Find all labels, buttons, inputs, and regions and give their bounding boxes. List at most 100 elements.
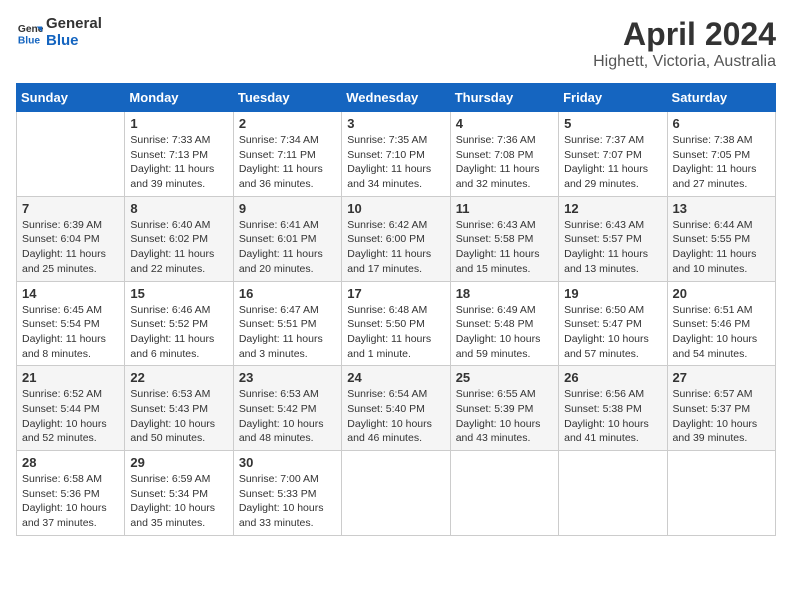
logo-general: General <box>46 16 102 33</box>
calendar-cell <box>450 451 558 536</box>
calendar-cell: 30 Sunrise: 7:00 AM Sunset: 5:33 PM Dayli… <box>233 451 341 536</box>
calendar-cell: 12 Sunrise: 6:43 AM Sunset: 5:57 PM Dayli… <box>559 196 667 281</box>
day-number: 29 <box>130 455 227 470</box>
cell-content: Sunrise: 7:37 AM Sunset: 7:07 PM Dayligh… <box>564 133 661 192</box>
cell-content: Sunrise: 6:44 AM Sunset: 5:55 PM Dayligh… <box>673 218 770 277</box>
day-number: 28 <box>22 455 119 470</box>
cell-content: Sunrise: 6:58 AM Sunset: 5:36 PM Dayligh… <box>22 472 119 531</box>
calendar-cell: 9Sunrise: 6:41 AM Sunset: 6:01 PM Daylig… <box>233 196 341 281</box>
svg-text:Blue: Blue <box>18 35 41 46</box>
cell-content: Sunrise: 6:43 AM Sunset: 5:57 PM Dayligh… <box>564 218 661 277</box>
cell-content: Sunrise: 6:57 AM Sunset: 5:37 PM Dayligh… <box>673 387 770 446</box>
cell-content: Sunrise: 6:51 AM Sunset: 5:46 PM Dayligh… <box>673 303 770 362</box>
cell-content: Sunrise: 7:38 AM Sunset: 7:05 PM Dayligh… <box>673 133 770 192</box>
cell-content: Sunrise: 7:35 AM Sunset: 7:10 PM Dayligh… <box>347 133 444 192</box>
day-number: 13 <box>673 201 770 216</box>
calendar-cell <box>559 451 667 536</box>
calendar-cell: 24 Sunrise: 6:54 AM Sunset: 5:40 PM Dayli… <box>342 366 450 451</box>
day-number: 1 <box>130 116 227 131</box>
header-cell-wednesday: Wednesday <box>342 84 450 112</box>
calendar-cell: 25Sunrise: 6:55 AM Sunset: 5:39 PM Dayli… <box>450 366 558 451</box>
day-number: 19 <box>564 286 661 301</box>
day-number: 16 <box>239 286 336 301</box>
header-cell-monday: Monday <box>125 84 233 112</box>
calendar-cell: 10Sunrise: 6:42 AM Sunset: 6:00 PM Dayli… <box>342 196 450 281</box>
calendar-cell: 23 Sunrise: 6:53 AM Sunset: 5:42 PM Dayli… <box>233 366 341 451</box>
cell-content: Sunrise: 6:43 AM Sunset: 5:58 PM Dayligh… <box>456 218 553 277</box>
day-number: 20 <box>673 286 770 301</box>
cell-content: Sunrise: 6:53 AM Sunset: 5:43 PM Dayligh… <box>130 387 227 446</box>
header-cell-tuesday: Tuesday <box>233 84 341 112</box>
header-cell-sunday: Sunday <box>17 84 125 112</box>
day-number: 2 <box>239 116 336 131</box>
day-number: 21 <box>22 370 119 385</box>
day-number: 15 <box>130 286 227 301</box>
cell-content: Sunrise: 6:53 AM Sunset: 5:42 PM Dayligh… <box>239 387 336 446</box>
day-number: 30 <box>239 455 336 470</box>
day-number: 7 <box>22 201 119 216</box>
logo-icon: General Blue <box>16 19 44 47</box>
cell-content: Sunrise: 6:47 AM Sunset: 5:51 PM Dayligh… <box>239 303 336 362</box>
week-row-1: 1 Sunrise: 7:33 AM Sunset: 7:13 PM Daylig… <box>17 112 776 197</box>
calendar-cell: 26Sunrise: 6:56 AM Sunset: 5:38 PM Dayli… <box>559 366 667 451</box>
calendar-cell: 13 Sunrise: 6:44 AM Sunset: 5:55 PM Dayli… <box>667 196 775 281</box>
cell-content: Sunrise: 6:45 AM Sunset: 5:54 PM Dayligh… <box>22 303 119 362</box>
calendar-cell: 28 Sunrise: 6:58 AM Sunset: 5:36 PM Dayli… <box>17 451 125 536</box>
day-number: 8 <box>130 201 227 216</box>
cell-content: Sunrise: 6:50 AM Sunset: 5:47 PM Dayligh… <box>564 303 661 362</box>
cell-content: Sunrise: 7:36 AM Sunset: 7:08 PM Dayligh… <box>456 133 553 192</box>
calendar-cell: 22Sunrise: 6:53 AM Sunset: 5:43 PM Dayli… <box>125 366 233 451</box>
calendar-cell: 16 Sunrise: 6:47 AM Sunset: 5:51 PM Dayli… <box>233 281 341 366</box>
cell-content: Sunrise: 6:42 AM Sunset: 6:00 PM Dayligh… <box>347 218 444 277</box>
page-header: General Blue General Blue April 2024 Hig… <box>16 16 776 71</box>
cell-content: Sunrise: 6:46 AM Sunset: 5:52 PM Dayligh… <box>130 303 227 362</box>
day-number: 11 <box>456 201 553 216</box>
day-number: 12 <box>564 201 661 216</box>
calendar-cell <box>342 451 450 536</box>
cell-content: Sunrise: 6:59 AM Sunset: 5:34 PM Dayligh… <box>130 472 227 531</box>
location: Highett, Victoria, Australia <box>593 53 776 71</box>
calendar-cell: 29 Sunrise: 6:59 AM Sunset: 5:34 PM Dayli… <box>125 451 233 536</box>
calendar-header-row: SundayMondayTuesdayWednesdayThursdayFrid… <box>17 84 776 112</box>
month-title: April 2024 <box>593 16 776 53</box>
title-section: April 2024 Highett, Victoria, Australia <box>593 16 776 71</box>
cell-content: Sunrise: 7:34 AM Sunset: 7:11 PM Dayligh… <box>239 133 336 192</box>
cell-content: Sunrise: 7:00 AM Sunset: 5:33 PM Dayligh… <box>239 472 336 531</box>
day-number: 3 <box>347 116 444 131</box>
calendar-body: 1 Sunrise: 7:33 AM Sunset: 7:13 PM Daylig… <box>17 112 776 536</box>
cell-content: Sunrise: 6:39 AM Sunset: 6:04 PM Dayligh… <box>22 218 119 277</box>
day-number: 9 <box>239 201 336 216</box>
day-number: 24 <box>347 370 444 385</box>
calendar-cell: 7 Sunrise: 6:39 AM Sunset: 6:04 PM Daylig… <box>17 196 125 281</box>
cell-content: Sunrise: 6:40 AM Sunset: 6:02 PM Dayligh… <box>130 218 227 277</box>
day-number: 18 <box>456 286 553 301</box>
calendar-cell <box>17 112 125 197</box>
calendar-cell: 21Sunrise: 6:52 AM Sunset: 5:44 PM Dayli… <box>17 366 125 451</box>
calendar-cell: 2 Sunrise: 7:34 AM Sunset: 7:11 PM Daylig… <box>233 112 341 197</box>
calendar-cell: 3 Sunrise: 7:35 AM Sunset: 7:10 PM Daylig… <box>342 112 450 197</box>
day-number: 14 <box>22 286 119 301</box>
cell-content: Sunrise: 6:48 AM Sunset: 5:50 PM Dayligh… <box>347 303 444 362</box>
calendar-cell: 5Sunrise: 7:37 AM Sunset: 7:07 PM Daylig… <box>559 112 667 197</box>
header-cell-thursday: Thursday <box>450 84 558 112</box>
week-row-4: 21Sunrise: 6:52 AM Sunset: 5:44 PM Dayli… <box>17 366 776 451</box>
day-number: 23 <box>239 370 336 385</box>
header-cell-friday: Friday <box>559 84 667 112</box>
week-row-5: 28 Sunrise: 6:58 AM Sunset: 5:36 PM Dayli… <box>17 451 776 536</box>
day-number: 17 <box>347 286 444 301</box>
cell-content: Sunrise: 7:33 AM Sunset: 7:13 PM Dayligh… <box>130 133 227 192</box>
calendar-cell: 1 Sunrise: 7:33 AM Sunset: 7:13 PM Daylig… <box>125 112 233 197</box>
calendar-cell <box>667 451 775 536</box>
cell-content: Sunrise: 6:54 AM Sunset: 5:40 PM Dayligh… <box>347 387 444 446</box>
calendar-cell: 14 Sunrise: 6:45 AM Sunset: 5:54 PM Dayli… <box>17 281 125 366</box>
calendar-cell: 18Sunrise: 6:49 AM Sunset: 5:48 PM Dayli… <box>450 281 558 366</box>
day-number: 6 <box>673 116 770 131</box>
calendar-cell: 17 Sunrise: 6:48 AM Sunset: 5:50 PM Dayli… <box>342 281 450 366</box>
calendar-cell: 20 Sunrise: 6:51 AM Sunset: 5:46 PM Dayli… <box>667 281 775 366</box>
week-row-2: 7 Sunrise: 6:39 AM Sunset: 6:04 PM Daylig… <box>17 196 776 281</box>
calendar-cell: 19 Sunrise: 6:50 AM Sunset: 5:47 PM Dayli… <box>559 281 667 366</box>
day-number: 4 <box>456 116 553 131</box>
logo-blue: Blue <box>46 33 102 50</box>
logo: General Blue General Blue <box>16 16 102 49</box>
calendar-table: SundayMondayTuesdayWednesdayThursdayFrid… <box>16 83 776 536</box>
